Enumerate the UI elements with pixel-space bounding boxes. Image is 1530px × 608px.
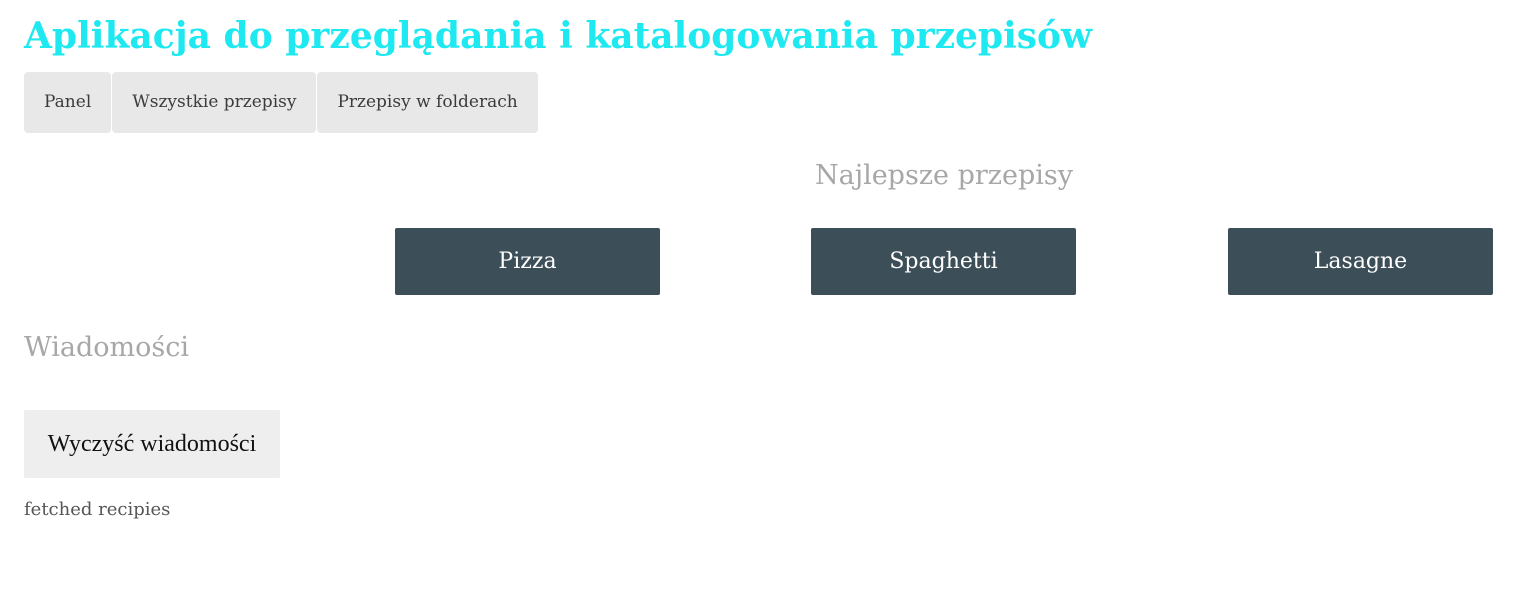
clear-messages-button[interactable]: Wyczyść wiadomości [24,410,280,478]
recipe-card-lasagne[interactable]: Lasagne [1228,228,1493,295]
main-nav: Panel Wszystkie przepisy Przepisy w fold… [24,72,538,133]
nav-item-all-recipes[interactable]: Wszystkie przepisy [112,72,317,133]
top-recipes-title: Najlepsze przepisy [814,160,1074,191]
app-title: Aplikacja do przeglądania i katalogowani… [24,15,1093,57]
message-item: fetched recipies [24,499,171,520]
messages-title: Wiadomości [24,332,190,363]
recipe-card-spaghetti[interactable]: Spaghetti [811,228,1076,295]
page: Aplikacja do przeglądania i katalogowani… [0,0,1530,608]
recipe-card-pizza[interactable]: Pizza [395,228,660,295]
nav-item-folder-recipes[interactable]: Przepisy w folderach [317,72,538,133]
nav-item-panel[interactable]: Panel [24,72,112,133]
